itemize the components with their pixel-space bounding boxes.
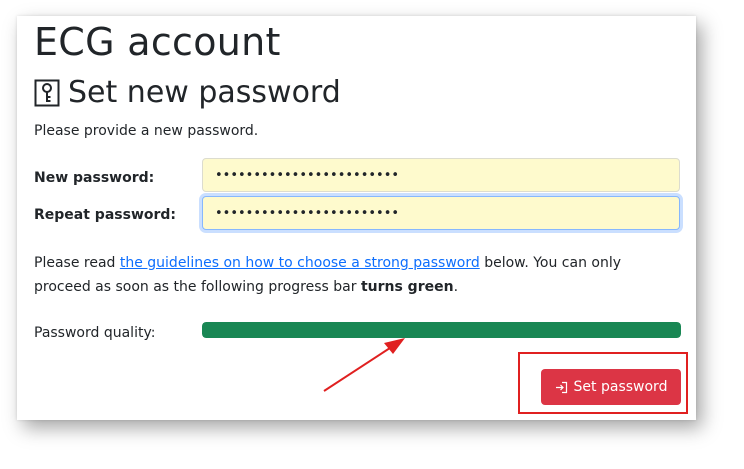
section-title-text: Set new password [68, 75, 341, 110]
intro-text: Please provide a new password. [34, 123, 259, 139]
repeat-password-field[interactable] [202, 196, 680, 230]
guidelines-text-before: Please read [34, 255, 120, 271]
new-password-field[interactable] [202, 158, 680, 192]
guidelines-link[interactable]: the guidelines on how to choose a strong… [120, 255, 480, 271]
sign-in-icon [555, 381, 568, 394]
account-card: ECG account Set new password Please prov… [17, 16, 696, 420]
password-quality-bar [202, 322, 681, 338]
new-password-label: New password: [34, 170, 155, 186]
password-quality-label: Password quality: [34, 325, 156, 341]
repeat-password-label: Repeat password: [34, 207, 177, 223]
section-title: Set new password [34, 74, 341, 112]
key-icon [34, 79, 60, 107]
guidelines-text: Please read the guidelines on how to cho… [34, 251, 654, 299]
password-quality-fill [202, 322, 681, 338]
guidelines-emphasis: turns green [360, 279, 454, 295]
set-password-button[interactable]: Set password [541, 369, 681, 405]
set-password-label: Set password [573, 379, 668, 395]
guidelines-text-after: . [453, 279, 459, 295]
page-title: ECG account [34, 20, 281, 64]
